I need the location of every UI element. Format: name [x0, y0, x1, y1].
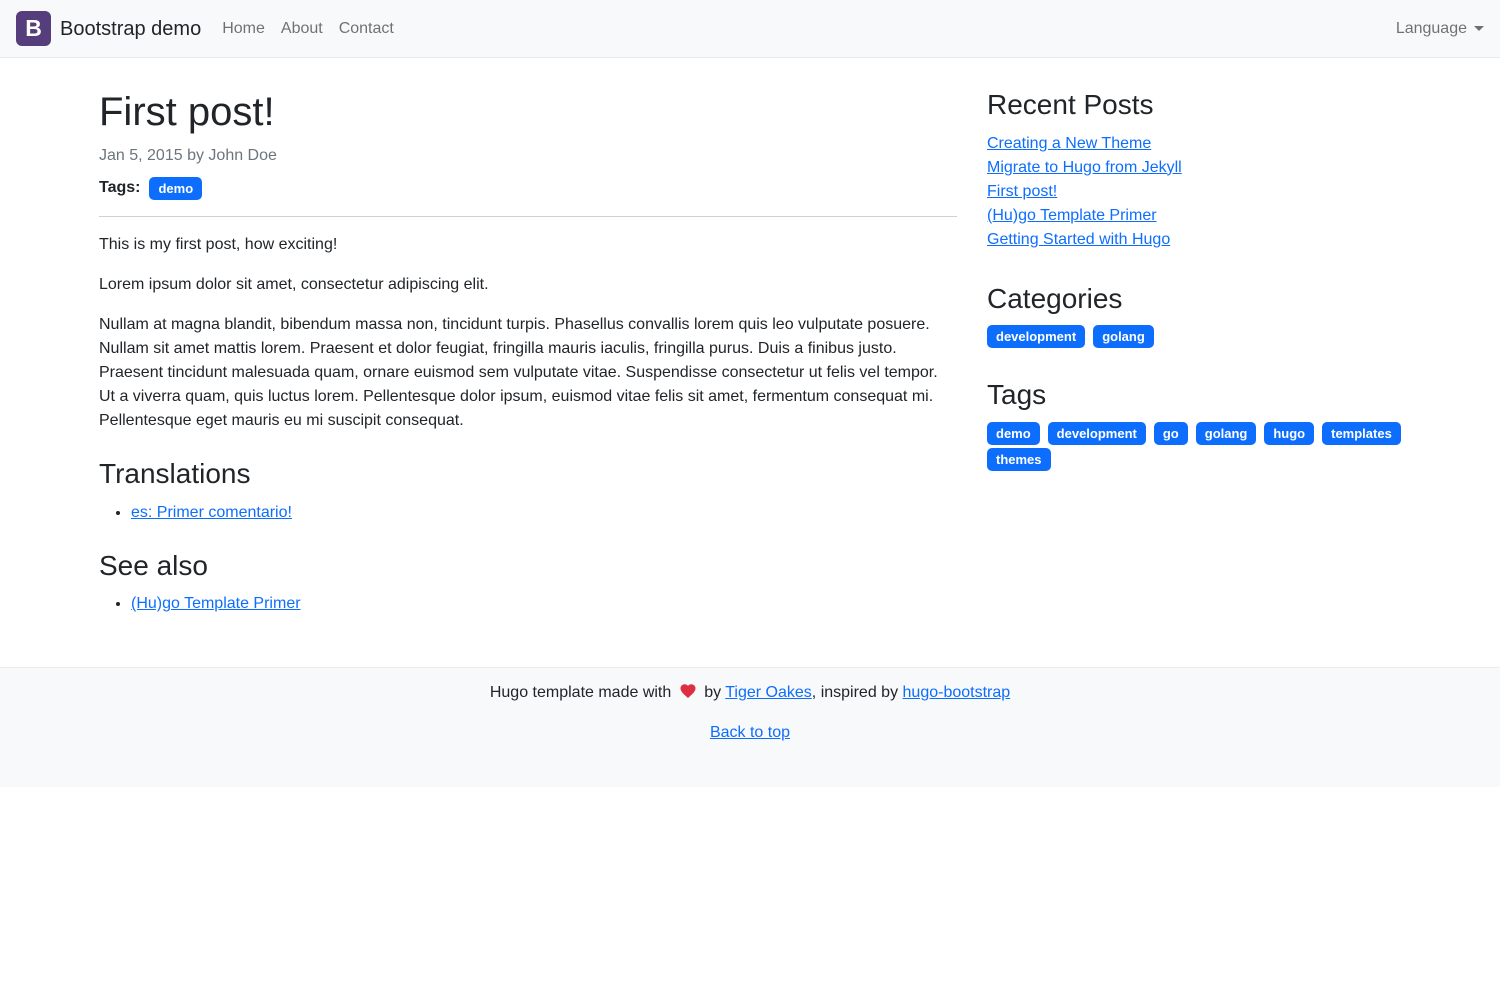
author-link[interactable]: Tiger Oakes — [725, 684, 812, 701]
list-item: es: Primer comentario! — [131, 501, 957, 525]
language-dropdown[interactable]: Language — [1396, 17, 1484, 41]
translations-heading: Translations — [99, 457, 957, 491]
back-to-top-line: Back to top — [0, 721, 1500, 745]
recent-post-link[interactable]: Getting Started with Hugo — [987, 231, 1170, 248]
bootstrap-logo-icon: B — [16, 11, 51, 46]
post-tags-line: Tags: demo — [99, 176, 957, 200]
navbar: B Bootstrap demo Home About Contact Lang… — [0, 0, 1500, 58]
tag-badge[interactable]: go — [1154, 422, 1188, 445]
footer-inspired-text: , inspired by — [812, 684, 898, 701]
tags-label: Tags: — [99, 176, 140, 200]
inspiration-link[interactable]: hugo-bootstrap — [903, 684, 1011, 701]
tag-badge[interactable]: demo — [987, 422, 1040, 445]
tag-badge[interactable]: development — [1048, 422, 1146, 445]
tags-heading: Tags — [987, 378, 1401, 412]
translation-link[interactable]: es: Primer comentario! — [131, 504, 292, 521]
paragraph: Lorem ipsum dolor sit amet, consectetur … — [99, 273, 957, 297]
see-also-heading: See also — [99, 549, 957, 583]
see-also-link[interactable]: (Hu)go Template Primer — [131, 595, 301, 612]
post-meta: Jan 5, 2015 by John Doe — [99, 144, 957, 168]
translations-list: es: Primer comentario! — [99, 501, 957, 525]
back-to-top-link[interactable]: Back to top — [710, 724, 790, 741]
page-title: First post! — [99, 88, 957, 136]
heart-icon — [679, 682, 697, 700]
navbar-right: Language — [1396, 17, 1484, 41]
tag-badge[interactable]: templates — [1322, 422, 1401, 445]
list-item: First post! — [987, 180, 1401, 204]
categories-heading: Categories — [987, 282, 1401, 316]
tags-badge-group: demo development go golang hugo template… — [987, 422, 1401, 471]
recent-post-link[interactable]: Creating a New Theme — [987, 135, 1151, 152]
tag-badge[interactable]: golang — [1196, 422, 1257, 445]
footer-made-with-text: Hugo template made with — [490, 684, 671, 701]
see-also-list: (Hu)go Template Primer — [99, 592, 957, 616]
paragraph: Nullam at magna blandit, bibendum massa … — [99, 313, 957, 433]
recent-posts-list: Creating a New Theme Migrate to Hugo fro… — [987, 132, 1401, 252]
recent-post-link[interactable]: (Hu)go Template Primer — [987, 207, 1157, 224]
tag-badge[interactable]: themes — [987, 448, 1051, 471]
page-container: First post! Jan 5, 2015 by John Doe Tags… — [84, 58, 1416, 632]
recent-posts-heading: Recent Posts — [987, 88, 1401, 122]
nav-item-about[interactable]: About — [273, 9, 331, 49]
article-body: This is my first post, how exciting! Lor… — [99, 233, 957, 433]
article: First post! Jan 5, 2015 by John Doe Tags… — [84, 88, 972, 632]
recent-post-link[interactable]: First post! — [987, 183, 1057, 200]
category-badge[interactable]: golang — [1093, 325, 1154, 348]
nav-item-contact[interactable]: Contact — [331, 9, 402, 49]
paragraph: This is my first post, how exciting! — [99, 233, 957, 257]
list-item: Migrate to Hugo from Jekyll — [987, 156, 1401, 180]
recent-post-link[interactable]: Migrate to Hugo from Jekyll — [987, 159, 1182, 176]
footer-credit: Hugo template made with by Tiger Oakes, … — [0, 681, 1500, 705]
sidebar: Recent Posts Creating a New Theme Migrat… — [972, 88, 1416, 501]
nav-item-home[interactable]: Home — [214, 9, 273, 49]
navbar-menu: Home About Contact — [214, 9, 402, 49]
navbar-brand[interactable]: B Bootstrap demo — [16, 11, 201, 46]
category-badge[interactable]: development — [987, 325, 1085, 348]
categories-badge-group: development golang — [987, 325, 1401, 348]
language-dropdown-label: Language — [1396, 17, 1467, 41]
chevron-down-icon — [1474, 26, 1484, 31]
brand-text: Bootstrap demo — [60, 14, 201, 44]
footer-by-text: by — [704, 684, 721, 701]
divider — [99, 216, 957, 217]
tag-badge-demo[interactable]: demo — [149, 177, 202, 200]
tag-badge[interactable]: hugo — [1264, 422, 1314, 445]
list-item: (Hu)go Template Primer — [987, 204, 1401, 228]
list-item: (Hu)go Template Primer — [131, 592, 957, 616]
list-item: Getting Started with Hugo — [987, 228, 1401, 252]
list-item: Creating a New Theme — [987, 132, 1401, 156]
footer: Hugo template made with by Tiger Oakes, … — [0, 667, 1500, 787]
